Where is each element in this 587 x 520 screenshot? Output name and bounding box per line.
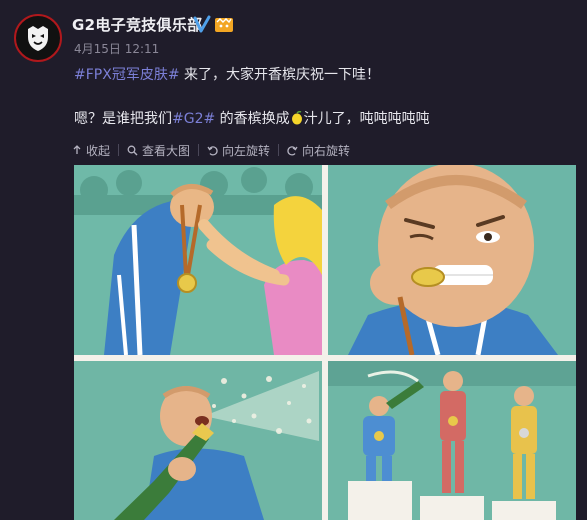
divider [278,144,280,156]
view-large-button[interactable]: 查看大图 [127,142,190,159]
rotate-right-label: 向右旋转 [302,143,351,158]
post-text-segment: 汁儿了，吨吨吨吨吨 [303,111,430,127]
member-badge-icon[interactable] [214,14,234,34]
comic-panel-4 [328,361,576,520]
rotate-left-icon [207,145,218,156]
comic-panel-2 [328,165,576,355]
magnifier-icon [127,145,138,155]
avatar[interactable] [14,14,62,62]
lemon-emoji-icon [291,111,302,125]
arrow-up-icon [73,145,81,154]
comic-panel-1 [74,165,322,355]
divider [118,144,120,156]
comic-image[interactable] [74,165,576,520]
g2-logo-icon [28,26,48,51]
view-large-label: 查看大图 [142,143,191,158]
collapse-button[interactable]: 收起 [72,142,110,159]
rotate-right-button[interactable]: 向右旋转 [287,142,350,159]
author-name[interactable]: G2电子竞技俱乐部 [72,14,202,35]
rotate-left-label: 向左旋转 [222,143,271,158]
biting-medal-illustration [328,165,576,355]
post-text-segment: 来了，大家开香槟庆祝一下哇！ [179,67,380,83]
verified-icon [193,15,211,33]
post-text-line2: 嗯？是谁把我们#G2# 的香槟换成 汁儿了，吨吨吨吨吨 [74,108,430,128]
collapse-label: 收起 [86,143,111,158]
rotate-left-button[interactable]: 向左旋转 [207,142,270,159]
post-text-segment: 的香槟换成 [215,111,290,127]
post-time[interactable]: 4月15日 12:11 [74,40,159,57]
champagne-spray-illustration [74,361,322,520]
post-text-line1: #FPX冠军皮肤# 来了，大家开香槟庆祝一下哇！ [74,64,380,84]
topic-link-g2[interactable]: #G2# [172,111,215,127]
topic-link-fpx[interactable]: #FPX冠军皮肤# [74,67,180,83]
podium-illustration [328,361,576,520]
rotate-right-icon [287,145,298,156]
divider [198,144,200,156]
post-text-segment: 嗯？是谁把我们 [74,111,172,127]
weibo-post: G2电子竞技俱乐部 4月15日 12:11 #FPX冠军皮肤# 来了，大家开香槟… [0,0,587,520]
medal-ceremony-illustration [74,165,322,355]
image-toolbar: 收起 查看大图 向左旋转 向右旋转 [72,142,350,158]
comic-panel-3 [74,361,322,520]
